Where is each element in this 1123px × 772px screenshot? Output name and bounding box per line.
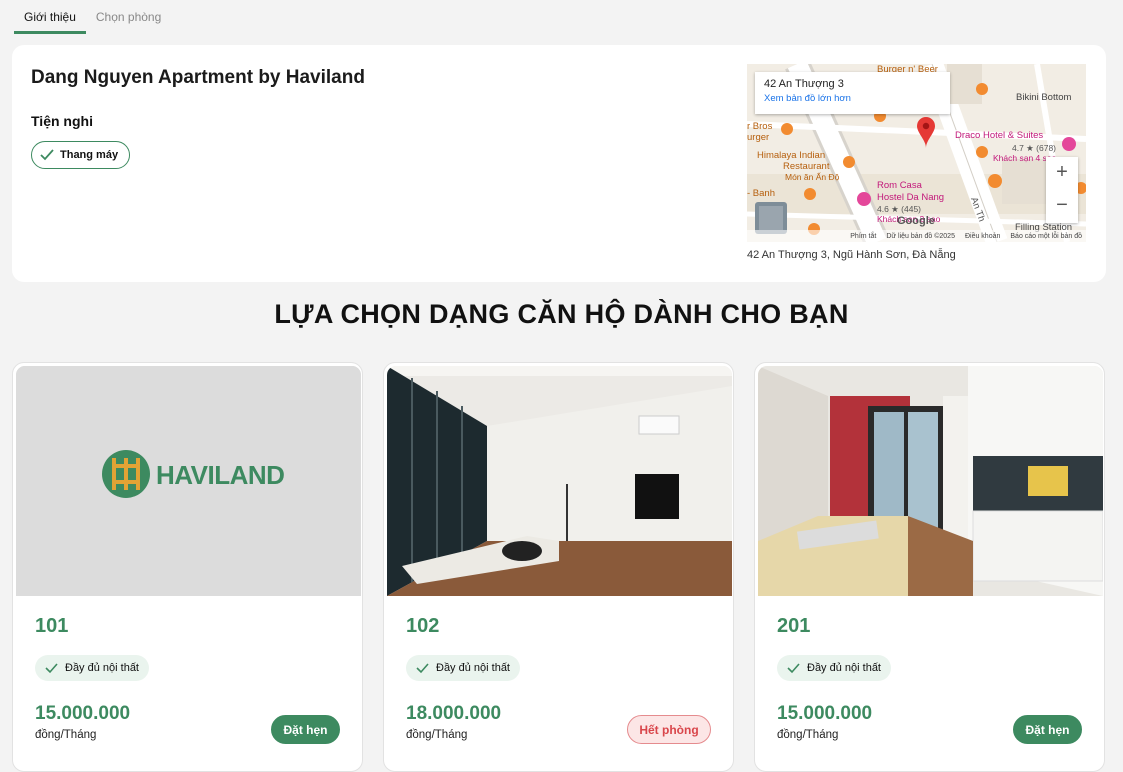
price-unit: đồng/Tháng xyxy=(406,729,468,741)
amenity-label: Thang máy xyxy=(60,149,119,161)
amenity-chip-elevator: Thang máy xyxy=(31,141,131,169)
room-card[interactable]: HAVILAND 101 Đầy đủ nội thất 15.000.000 … xyxy=(12,362,363,772)
room-price: 18.000.000 xyxy=(406,703,502,724)
property-address: 42 An Thượng 3, Ngũ Hành Sơn, Đà Nẵng xyxy=(747,249,956,261)
studio-kitchen-photo-icon xyxy=(758,366,1103,596)
map-footer: Phím tắt Dữ liệu bản đồ ©2025 Điều khoản… xyxy=(747,230,1086,242)
map-label-restaurant: Restaurant xyxy=(783,161,830,172)
book-appointment-button[interactable]: Đặt hẹn xyxy=(1013,715,1082,744)
map-report-link[interactable]: Báo cáo một lỗi bản đồ xyxy=(1010,233,1082,240)
furnish-badge: Đầy đủ nội thất xyxy=(777,655,891,681)
zoom-out-button[interactable]: − xyxy=(1046,190,1078,223)
map-terms-link[interactable]: Điều khoản xyxy=(965,233,1000,240)
map-label-bros: r Bros xyxy=(747,121,773,132)
tab-bar: Giới thiệu Chọn phòng xyxy=(14,0,171,36)
furnish-label: Đầy đủ nội thất xyxy=(807,662,881,674)
sold-out-button[interactable]: Hết phòng xyxy=(627,715,711,744)
google-map-embed[interactable]: Burger n' Beer Bikini Bottom r Bros urge… xyxy=(747,64,1086,242)
check-icon xyxy=(40,149,54,161)
map-label-banh: - Banh xyxy=(747,188,775,199)
map-label-romcasa: Rom Casa xyxy=(877,180,922,191)
view-larger-map-link[interactable]: Xem bản đồ lớn hơn xyxy=(764,93,941,104)
room-price: 15.000.000 xyxy=(35,703,131,724)
furnish-badge: Đầy đủ nội thất xyxy=(35,655,149,681)
room-price: 15.000.000 xyxy=(777,703,873,724)
map-zoom-control: + − xyxy=(1046,157,1078,223)
map-label-monan: Món ăn Ấn Độ xyxy=(785,172,840,182)
room-card[interactable]: 201 Đầy đủ nội thất 15.000.000 đồng/Thán… xyxy=(754,362,1105,772)
zoom-in-button[interactable]: + xyxy=(1046,157,1078,190)
book-appointment-button[interactable]: Đặt hẹn xyxy=(271,715,340,744)
furnish-label: Đầy đủ nội thất xyxy=(436,662,510,674)
property-title: Dang Nguyen Apartment by Haviland xyxy=(31,67,365,88)
price-unit: đồng/Tháng xyxy=(35,729,97,741)
room-number: 102 xyxy=(406,615,440,637)
check-icon xyxy=(45,662,58,673)
check-icon xyxy=(787,662,800,673)
room-number: 101 xyxy=(35,615,69,637)
map-label-himalaya: Himalaya Indian xyxy=(757,150,826,161)
room-photo: HAVILAND xyxy=(16,366,361,596)
tab-choose-room[interactable]: Chọn phòng xyxy=(86,0,171,34)
check-icon xyxy=(416,662,429,673)
room-number: 201 xyxy=(777,615,811,637)
section-title: LỰA CHỌN DẠNG CĂN HỘ DÀNH CHO BẠN xyxy=(274,299,849,329)
map-label-burger2: urger xyxy=(747,132,770,143)
map-place-card: 42 An Thượng 3 Xem bản đồ lớn hơn xyxy=(755,72,950,114)
tab-intro[interactable]: Giới thiệu xyxy=(14,0,86,34)
price-unit: đồng/Tháng xyxy=(777,729,839,741)
amenities-heading: Tiện nghi xyxy=(31,113,93,129)
map-shortcuts-link[interactable]: Phím tắt xyxy=(850,233,876,240)
furnish-badge: Đầy đủ nội thất xyxy=(406,655,520,681)
map-google-logo: Google xyxy=(897,215,935,227)
room-photo xyxy=(758,366,1103,596)
room-card[interactable]: 102 Đầy đủ nội thất 18.000.000 đồng/Thán… xyxy=(383,362,734,772)
haviland-logo-text: HAVILAND xyxy=(156,460,285,490)
room-photo xyxy=(387,366,732,596)
map-card-address: 42 An Thượng 3 xyxy=(764,78,844,90)
map-label-bikini: Bikini Bottom xyxy=(1016,92,1072,103)
map-data-credit: Dữ liệu bản đồ ©2025 xyxy=(886,232,955,240)
property-info-panel: Dang Nguyen Apartment by Haviland Tiện n… xyxy=(12,45,1106,282)
map-label-draco: Draco Hotel & Suites xyxy=(955,130,1044,141)
living-room-photo-icon xyxy=(387,366,732,596)
furnish-label: Đầy đủ nội thất xyxy=(65,662,139,674)
map-label-hostel: Hostel Da Nang xyxy=(877,192,945,203)
